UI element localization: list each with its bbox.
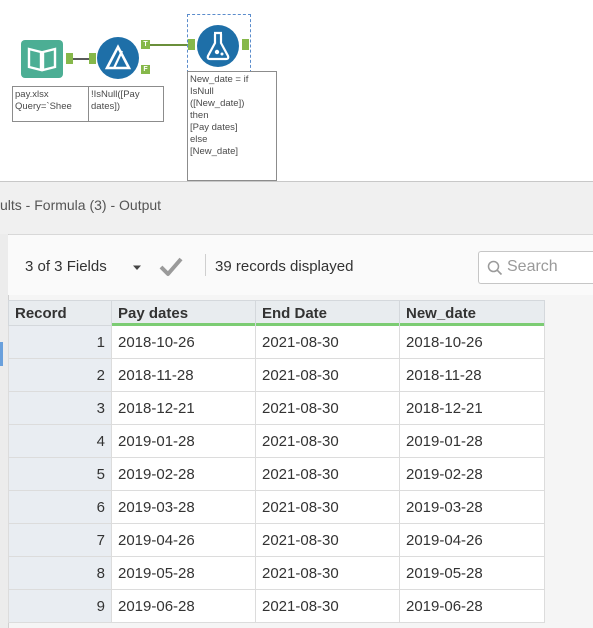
column-header-label: Pay dates bbox=[118, 304, 189, 322]
cell-new-date[interactable]: 2019-03-28 bbox=[399, 490, 545, 524]
cell-end-date[interactable]: 2021-08-30 bbox=[255, 391, 400, 425]
fields-selector-label[interactable]: 3 of 3 Fields bbox=[25, 258, 107, 275]
record-number: 1 bbox=[8, 325, 112, 359]
cell-new-date[interactable]: 2019-01-28 bbox=[399, 424, 545, 458]
header-highlight bbox=[256, 323, 399, 326]
grid-header-row: Record Pay dates End Date New_date bbox=[8, 300, 545, 326]
table-row[interactable]: 1 2018-10-26 2021-08-30 2018-10-26 bbox=[8, 325, 545, 359]
record-number: 2 bbox=[8, 358, 112, 392]
table-row[interactable]: 2 2018-11-28 2021-08-30 2018-11-28 bbox=[8, 358, 545, 392]
record-number: 8 bbox=[8, 556, 112, 590]
cell-end-date[interactable]: 2021-08-30 bbox=[255, 490, 400, 524]
record-number: 9 bbox=[8, 589, 112, 623]
records-count: 39 records displayed bbox=[215, 258, 354, 275]
cell-end-date[interactable]: 2021-08-30 bbox=[255, 424, 400, 458]
header-highlight bbox=[112, 323, 255, 326]
cell-pay-dates[interactable]: 2019-05-28 bbox=[111, 556, 256, 590]
cell-end-date[interactable]: 2021-08-30 bbox=[255, 325, 400, 359]
record-number: 3 bbox=[8, 391, 112, 425]
column-header-pay-dates[interactable]: Pay dates bbox=[111, 300, 256, 326]
record-number: 4 bbox=[8, 424, 112, 458]
cell-pay-dates[interactable]: 2018-12-21 bbox=[111, 391, 256, 425]
book-icon bbox=[27, 47, 57, 72]
input-tool-annotation: pay.xlsx Query=`Shee bbox=[12, 86, 90, 122]
cell-pay-dates[interactable]: 2019-03-28 bbox=[111, 490, 256, 524]
results-title-bar: ults - Formula (3) - Output bbox=[0, 182, 593, 235]
formula-tool[interactable] bbox=[197, 25, 239, 67]
cell-pay-dates[interactable]: 2018-11-28 bbox=[111, 358, 256, 392]
record-number: 7 bbox=[8, 523, 112, 557]
table-row[interactable]: 9 2019-06-28 2021-08-30 2019-06-28 bbox=[8, 589, 545, 623]
table-row[interactable]: 7 2019-04-26 2021-08-30 2019-04-26 bbox=[8, 523, 545, 557]
cell-end-date[interactable]: 2021-08-30 bbox=[255, 589, 400, 623]
column-header-label: End Date bbox=[262, 304, 328, 322]
header-highlight bbox=[400, 323, 544, 326]
cell-new-date[interactable]: 2019-04-26 bbox=[399, 523, 545, 557]
column-header-new-date[interactable]: New_date bbox=[399, 300, 545, 326]
cell-new-date[interactable]: 2018-11-28 bbox=[399, 358, 545, 392]
connection-line bbox=[150, 44, 188, 46]
cell-pay-dates[interactable]: 2019-01-28 bbox=[111, 424, 256, 458]
filter-tool[interactable] bbox=[97, 37, 139, 79]
cell-end-date[interactable]: 2021-08-30 bbox=[255, 358, 400, 392]
cell-pay-dates[interactable]: 2019-04-26 bbox=[111, 523, 256, 557]
cell-new-date[interactable]: 2019-06-28 bbox=[399, 589, 545, 623]
table-row[interactable]: 8 2019-05-28 2021-08-30 2019-05-28 bbox=[8, 556, 545, 590]
cell-new-date[interactable]: 2018-12-21 bbox=[399, 391, 545, 425]
cell-new-date[interactable]: 2019-02-28 bbox=[399, 457, 545, 491]
results-toolbar: 3 of 3 Fields 39 records displayed bbox=[8, 235, 593, 295]
input-data-tool[interactable] bbox=[21, 40, 63, 78]
cell-new-date[interactable]: 2018-10-26 bbox=[399, 325, 545, 359]
side-strip-marker bbox=[0, 342, 3, 366]
filter-false-anchor[interactable]: F bbox=[141, 65, 150, 74]
cell-pay-dates[interactable]: 2019-06-28 bbox=[111, 589, 256, 623]
record-number: 5 bbox=[8, 457, 112, 491]
record-number: 6 bbox=[8, 490, 112, 524]
chevron-down-icon[interactable] bbox=[132, 264, 142, 272]
toolbar-separator bbox=[205, 254, 206, 276]
flask-icon bbox=[206, 31, 230, 61]
table-row[interactable]: 5 2019-02-28 2021-08-30 2019-02-28 bbox=[8, 457, 545, 491]
column-header-record[interactable]: Record bbox=[8, 300, 112, 326]
results-grid: Record Pay dates End Date New_date 1 201… bbox=[8, 300, 545, 623]
table-row[interactable]: 4 2019-01-28 2021-08-30 2019-01-28 bbox=[8, 424, 545, 458]
column-header-end-date[interactable]: End Date bbox=[255, 300, 400, 326]
formula-input-anchor[interactable] bbox=[188, 39, 195, 50]
search-input[interactable] bbox=[507, 256, 593, 278]
table-row[interactable]: 3 2018-12-21 2021-08-30 2018-12-21 bbox=[8, 391, 545, 425]
checkmark-icon[interactable] bbox=[158, 255, 184, 277]
formula-tool-annotation: New_date = if IsNull ([New_date]) then [… bbox=[187, 71, 277, 181]
results-window: ults - Formula (3) - Output 3 of 3 Field… bbox=[0, 181, 593, 628]
filter-input-anchor[interactable] bbox=[89, 53, 96, 64]
cell-pay-dates[interactable]: 2018-10-26 bbox=[111, 325, 256, 359]
filter-true-anchor[interactable]: T bbox=[141, 40, 150, 49]
cell-end-date[interactable]: 2021-08-30 bbox=[255, 457, 400, 491]
column-header-label: New_date bbox=[406, 304, 477, 322]
filter-tool-annotation: !IsNull([Pay dates]) bbox=[88, 86, 164, 122]
connection-line bbox=[73, 58, 89, 60]
table-row[interactable]: 6 2019-03-28 2021-08-30 2019-03-28 bbox=[8, 490, 545, 524]
search-icon bbox=[487, 260, 503, 276]
workflow-canvas[interactable]: T F pay.xlsx Query=`Shee !IsNull([Pay da… bbox=[0, 0, 593, 181]
search-box[interactable] bbox=[478, 251, 593, 284]
results-title: ults - Formula (3) - Output bbox=[0, 197, 162, 213]
cell-pay-dates[interactable]: 2019-02-28 bbox=[111, 457, 256, 491]
cell-end-date[interactable]: 2021-08-30 bbox=[255, 523, 400, 557]
formula-output-anchor[interactable] bbox=[242, 39, 249, 50]
input-output-anchor[interactable] bbox=[66, 53, 73, 64]
filter-triangle-icon bbox=[104, 44, 132, 70]
cell-new-date[interactable]: 2019-05-28 bbox=[399, 556, 545, 590]
column-header-label: Record bbox=[15, 304, 67, 322]
cell-end-date[interactable]: 2021-08-30 bbox=[255, 556, 400, 590]
